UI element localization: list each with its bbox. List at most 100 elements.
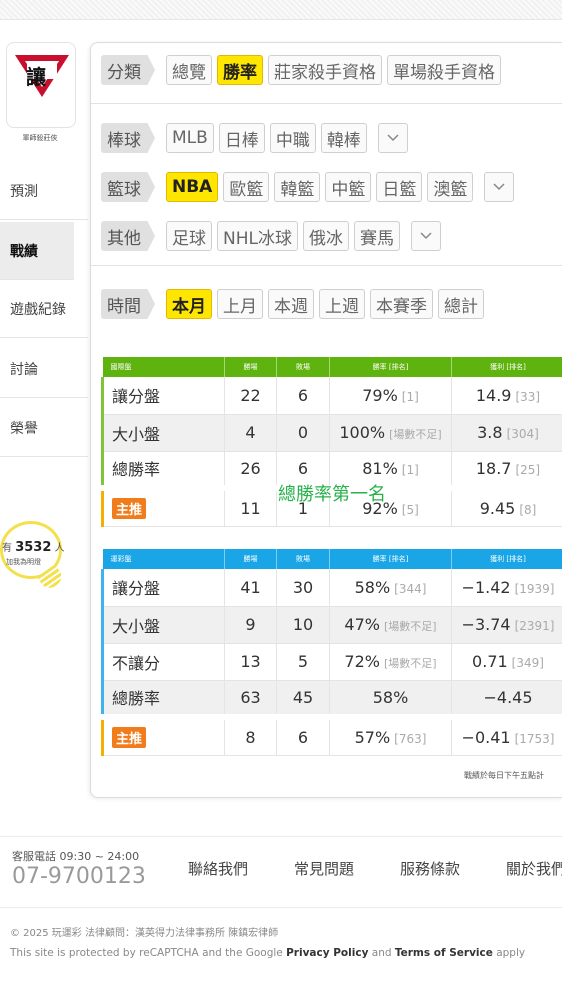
- wins-cell: 9: [224, 606, 277, 644]
- rate-cell: 58% [344]: [329, 569, 452, 607]
- copyright: © 2025 玩運彩 法律顧問：漢英得力法律事務所 陳鎮宏律師: [10, 928, 279, 939]
- service-hours: 客服電話 09:30 ~ 24:00: [12, 850, 140, 863]
- chip-cpbl[interactable]: 中職: [269, 123, 316, 153]
- chip-russia-hockey[interactable]: 俄冰: [302, 221, 349, 251]
- col-header: 勝率 [排名]: [329, 357, 452, 377]
- wins-cell: 4: [224, 414, 277, 452]
- losses-cell: 6: [276, 377, 330, 415]
- col-header: 勝場: [224, 357, 277, 377]
- divider: [91, 265, 562, 266]
- table-row: 讓分盤 41 30 58% [344] −1.42 [1939]: [101, 569, 562, 607]
- chevron-down-icon: [420, 232, 432, 240]
- chip-australia-basketball[interactable]: 澳籃: [427, 172, 474, 202]
- wins-cell: 22: [224, 377, 277, 415]
- footer-link-faq[interactable]: 常見問題: [294, 858, 354, 879]
- col-header: 勝率 [排名]: [329, 549, 452, 569]
- chip-china-basketball[interactable]: 中籃: [325, 172, 372, 202]
- profit-cell: 3.8 [304]: [451, 414, 562, 452]
- tab-win-rate[interactable]: 勝率: [217, 55, 263, 85]
- losses-cell: 45: [276, 680, 330, 718]
- sidebar-item-label: 戰績: [10, 243, 38, 260]
- chip-korea-basketball[interactable]: 韓籃: [274, 172, 321, 202]
- record-panel: 分類 總覽 勝率 莊家殺手資格 單場殺手資格 棒球 MLB 日棒 中職 韓棒 籃…: [90, 42, 562, 798]
- profit-cell: −3.74 [2391]: [451, 606, 562, 644]
- chip-nhl[interactable]: NHL冰球: [217, 221, 298, 251]
- lottery-stats-table: 運彩盤 勝場 敗場 勝率 [排名] 獲利 [排名] 讓分盤 41 30 58%[…: [101, 549, 562, 756]
- chip-horse-racing[interactable]: 賽馬: [353, 221, 400, 251]
- rate-cell: 72% [場數不足]: [329, 643, 452, 681]
- filter-category-label: 分類: [101, 55, 155, 85]
- table-header-row: 運彩盤 勝場 敗場 勝率 [排名] 獲利 [排名]: [102, 549, 562, 569]
- follower-count: 有 3532 人: [2, 540, 65, 555]
- footer-link-contact[interactable]: 聯絡我們: [188, 858, 248, 879]
- chip-euro-basketball[interactable]: 歐籃: [223, 172, 270, 202]
- table-row: 大小盤 4 0 100% [場數不足] 3.8 [304]: [101, 414, 562, 452]
- chevron-down-icon: [493, 183, 505, 191]
- sidebar-item-label: 預測: [10, 183, 38, 200]
- tab-bookie-killer[interactable]: 莊家殺手資格: [268, 55, 382, 85]
- follow-lightbulb-button[interactable]: 有 3532 人 加我為明燈: [0, 517, 70, 607]
- table-row: 不讓分 13 5 72% [場數不足] 0.71 [349]: [101, 643, 562, 681]
- col-header: 運彩盤: [102, 549, 225, 569]
- baseball-more-dropdown[interactable]: [377, 123, 408, 153]
- filter-other-label: 其他: [101, 221, 155, 251]
- sidebar-item-record[interactable]: 戰績: [0, 222, 88, 280]
- recommend-badge: 主推: [112, 726, 147, 748]
- table-header-row: 國際盤 勝場 敗場 勝率 [排名] 獲利 [排名]: [102, 357, 562, 377]
- col-header: 獲利 [排名]: [451, 357, 562, 377]
- filter-period-label: 時間: [101, 289, 155, 319]
- chip-last-month[interactable]: 上月: [217, 289, 263, 319]
- sidebar-item-label: 遊戲紀錄: [10, 301, 66, 318]
- col-header: 獲利 [排名]: [451, 549, 562, 569]
- privacy-policy-link[interactable]: Privacy Policy: [286, 947, 368, 959]
- brand-tagline: 軍師殺莊俠: [22, 134, 58, 142]
- filter-other-row: 其他 足球 NHL冰球 俄冰 賽馬: [101, 221, 441, 251]
- chip-kbo[interactable]: 韓棒: [320, 123, 367, 153]
- chip-soccer[interactable]: 足球: [166, 221, 212, 251]
- rate-cell: 58%: [329, 680, 452, 718]
- losses-cell: 10: [276, 606, 330, 644]
- filter-period-row: 時間 本月 上月 本週 上週 本賽季 總計: [101, 289, 484, 319]
- table-row: 讓分盤 22 6 79% [1] 14.9 [33]: [101, 377, 562, 415]
- terms-of-service-link[interactable]: Terms of Service: [395, 947, 493, 959]
- row-name: 讓分盤: [101, 569, 225, 607]
- sidebar-item-honor[interactable]: 榮譽: [0, 399, 88, 457]
- brand-logo[interactable]: 讓: [6, 42, 76, 128]
- sidebar-item-label: 討論: [10, 361, 38, 378]
- recommend-row: 主推 8 6 57% [763] −0.41 [1753]: [101, 714, 562, 756]
- col-header: 勝場: [224, 549, 277, 569]
- row-name: 總勝率: [101, 680, 225, 718]
- wins-cell: 41: [224, 569, 277, 607]
- profit-cell: 9.45 [8]: [451, 485, 562, 527]
- tab-single-killer[interactable]: 單場殺手資格: [387, 55, 501, 85]
- row-name: 大小盤: [101, 606, 225, 644]
- wins-cell: 63: [224, 680, 277, 718]
- chip-mlb[interactable]: MLB: [166, 123, 214, 153]
- chip-this-season[interactable]: 本賽季: [370, 289, 433, 319]
- sidebar-item-label: 榮譽: [10, 420, 38, 437]
- chip-nba[interactable]: NBA: [166, 172, 219, 202]
- sidebar-item-game-log[interactable]: 遊戲紀錄: [0, 280, 88, 338]
- captcha-apply: apply: [492, 947, 526, 959]
- service-phone[interactable]: 07-9700123: [12, 864, 146, 889]
- col-header: 敗場: [276, 357, 330, 377]
- chip-total[interactable]: 總計: [438, 289, 484, 319]
- wins-cell: 26: [224, 451, 277, 489]
- sidebar-item-discussion[interactable]: 討論: [0, 340, 88, 398]
- divider: [91, 103, 562, 104]
- footer-link-about[interactable]: 關於我們: [506, 858, 562, 879]
- other-more-dropdown[interactable]: [410, 221, 441, 251]
- chip-last-week[interactable]: 上週: [319, 289, 365, 319]
- sidebar-item-predict[interactable]: 預測: [0, 162, 88, 220]
- row-name: 總勝率: [101, 451, 225, 489]
- chip-this-month[interactable]: 本月: [166, 289, 212, 319]
- footer-link-terms[interactable]: 服務條款: [400, 858, 460, 879]
- basketball-more-dropdown[interactable]: [484, 172, 515, 202]
- chip-this-week[interactable]: 本週: [268, 289, 314, 319]
- tab-overview[interactable]: 總覽: [166, 55, 212, 85]
- rank-overlay-text: 總勝率第一名: [278, 484, 386, 505]
- chip-japan-basketball[interactable]: 日籃: [376, 172, 423, 202]
- recaptcha-notice: This site is protected by reCAPTCHA and …: [10, 947, 525, 959]
- chip-npb[interactable]: 日棒: [218, 123, 265, 153]
- wins-cell: 11: [224, 485, 277, 527]
